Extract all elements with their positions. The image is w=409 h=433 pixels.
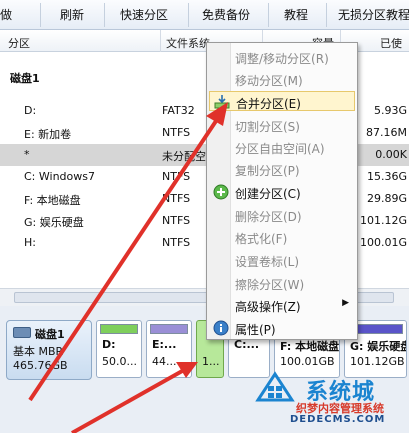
menu-item-resize-move[interactable]: 调整/移动分区(R)	[209, 47, 355, 67]
partition-block-size: 1...	[202, 355, 220, 368]
menu-item-label: 切割分区(S)	[235, 120, 300, 134]
menu-item-label: 创建分区(C)	[235, 187, 301, 201]
menu-item-label: 调整/移动分区(R)	[235, 52, 329, 66]
partition-block-label: G: 娱乐硬盘	[350, 340, 407, 353]
toolbar-separator	[188, 3, 189, 27]
menu-item-label: 分区自由空间(A)	[235, 142, 325, 156]
partition-name: F: 本地磁盘	[24, 194, 81, 207]
menu-item-label: 高级操作(Z)	[235, 300, 301, 314]
toolbar-item-partial[interactable]: 做	[0, 6, 12, 23]
usage-bar	[100, 324, 138, 334]
partition-fs: NTFS	[162, 214, 191, 227]
menu-item-label: 设置卷标(L)	[235, 255, 300, 269]
menu-item-label: 属性(P)	[235, 323, 276, 337]
column-divider	[160, 30, 161, 52]
menu-item-merge[interactable]: 合并分区(E)	[209, 91, 355, 111]
partition-block-size: 44...	[152, 355, 177, 368]
partition-size: 100.01G	[359, 236, 407, 249]
partition-name: C: Windows7	[24, 170, 95, 183]
partition-size: 5.93G	[373, 104, 407, 117]
partition-fs: NTFS	[162, 236, 191, 249]
disk-card-title: 磁盘1	[35, 328, 65, 341]
menu-item-free-space[interactable]: 分区自由空间(A)	[209, 137, 355, 157]
partition-fs: NTFS	[162, 170, 191, 183]
menu-item-split[interactable]: 切割分区(S)	[209, 115, 355, 135]
partition-name: E: 新加卷	[24, 128, 72, 141]
info-icon	[213, 320, 229, 336]
menu-item-copy[interactable]: 复制分区(P)	[209, 159, 355, 179]
submenu-arrow-icon: ▶	[342, 298, 349, 308]
menu-item-properties[interactable]: 属性(P)	[209, 318, 355, 338]
quick-partition-button[interactable]: 快速分区	[120, 6, 168, 23]
menu-item-label: 格式化(F)	[235, 232, 288, 246]
menu-item-label: 合并分区(E)	[236, 97, 301, 111]
partition-fs: FAT32	[162, 104, 195, 117]
refresh-button[interactable]: 刷新	[60, 6, 84, 23]
menu-item-create[interactable]: 创建分区(C)	[209, 182, 355, 202]
partition-name: G: 娱乐硬盘	[24, 216, 84, 229]
toolbar-separator	[104, 3, 105, 27]
menu-item-advanced[interactable]: 高级操作(Z) ▶	[209, 295, 355, 315]
partition-size: 15.36G	[366, 170, 407, 183]
toolbar: 做 刷新 快速分区 免费备份 教程 无损分区教程	[0, 0, 409, 30]
toolbar-separator	[40, 3, 41, 27]
partition-fs: NTFS	[162, 126, 191, 139]
hard-disk-icon	[13, 327, 31, 338]
toolbar-separator	[326, 3, 327, 27]
partition-block-label: F: 本地磁盘	[280, 340, 340, 353]
menu-item-label: 擦除分区(W)	[235, 278, 305, 292]
partition-fs: NTFS	[162, 192, 191, 205]
partition-block-e[interactable]: E:... 44...	[146, 320, 192, 378]
context-menu: 调整/移动分区(R) 移动分区(M) 合并分区(E) 切割分区(S) 分区自由空…	[206, 42, 358, 340]
partition-size: 29.89G	[366, 192, 407, 205]
menu-item-set-label[interactable]: 设置卷标(L)	[209, 250, 355, 270]
watermark-line2: DEDECMS.COM	[290, 414, 386, 425]
menu-item-label: 复制分区(P)	[235, 164, 300, 178]
disk-card-type: 基本 MBR	[13, 345, 64, 358]
partition-fs: 未分配空	[162, 150, 206, 163]
column-partition[interactable]: 分区	[8, 35, 30, 51]
partition-name: D:	[24, 104, 37, 117]
toolbar-separator	[268, 3, 269, 27]
partition-block-size: 50.0...	[102, 355, 137, 368]
menu-item-label: 删除分区(D)	[235, 210, 302, 224]
menu-item-label: 移动分区(M)	[235, 74, 303, 88]
system-city-logo-icon	[255, 371, 295, 402]
partition-block-label: E:...	[152, 338, 177, 351]
menu-item-move[interactable]: 移动分区(M)	[209, 69, 355, 89]
column-used[interactable]: 已使	[380, 35, 402, 51]
partition-size: 87.16M	[366, 126, 407, 139]
disk-title: 磁盘1	[10, 72, 40, 85]
partition-block-size: 100.01GB	[280, 355, 335, 368]
partition-block-size: 101.12GB	[350, 355, 405, 368]
partition-name: *	[24, 148, 30, 161]
partition-size: 0.00K	[375, 148, 407, 161]
free-backup-button[interactable]: 免费备份	[202, 6, 250, 23]
disk-card[interactable]: 磁盘1 基本 MBR 465.76GB	[6, 320, 92, 380]
menu-item-wipe[interactable]: 擦除分区(W)	[209, 273, 355, 293]
menu-item-format[interactable]: 格式化(F)	[209, 227, 355, 247]
partition-block-d[interactable]: D: 50.0...	[96, 320, 142, 378]
partition-block-label: D:	[102, 338, 116, 351]
disk-card-size: 465.76GB	[13, 359, 68, 372]
lossless-partition-tutorial-button[interactable]: 无损分区教程	[338, 6, 409, 23]
partition-name: H:	[24, 236, 36, 249]
tutorial-button[interactable]: 教程	[284, 6, 308, 23]
usage-bar	[150, 324, 188, 334]
column-filesystem[interactable]: 文件系统	[166, 35, 210, 51]
partition-size: 101.12G	[359, 214, 407, 227]
menu-item-delete[interactable]: 删除分区(D)	[209, 205, 355, 225]
create-partition-icon	[213, 184, 229, 200]
merge-partition-icon	[214, 95, 230, 109]
